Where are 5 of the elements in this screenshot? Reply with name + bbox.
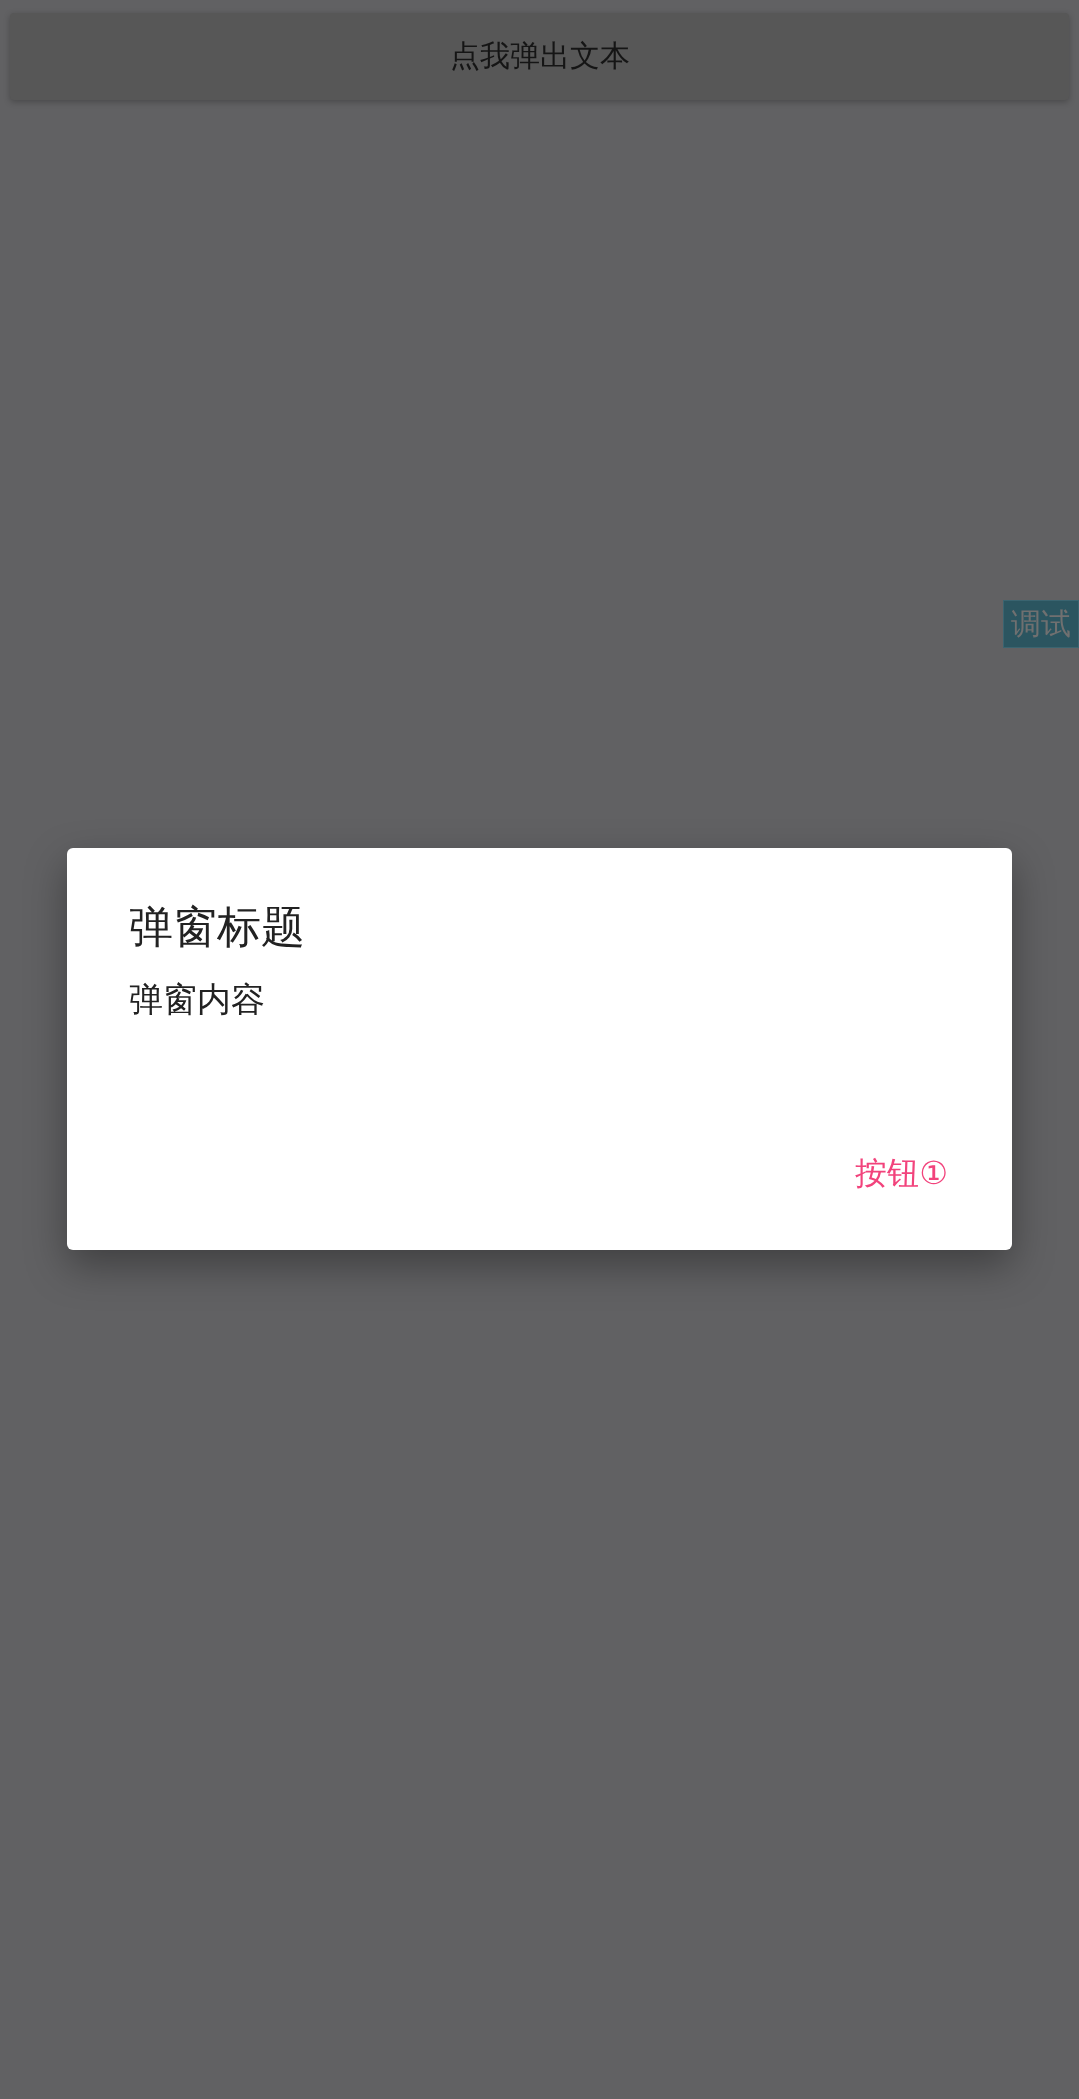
dialog-button[interactable]: 按钮①: [851, 1148, 952, 1200]
dialog-content: 弹窗内容: [129, 978, 266, 1022]
dialog-title: 弹窗标题: [129, 900, 306, 954]
debug-badge[interactable]: 调试: [1003, 600, 1079, 648]
popup-button[interactable]: 点我弹出文本: [10, 13, 1069, 100]
